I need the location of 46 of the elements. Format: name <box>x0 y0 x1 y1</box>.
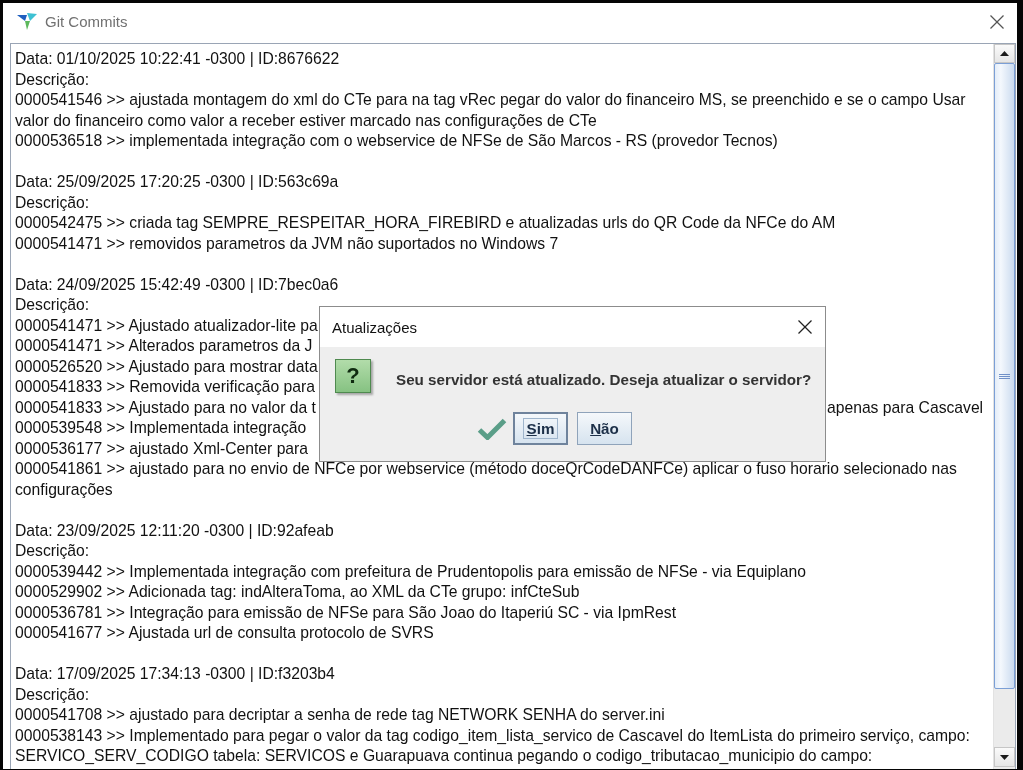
close-icon[interactable] <box>990 14 1004 29</box>
commit-message: 0000541708 >> ajustado para decriptar a senha de rede tag NETWORK SENHA do server.ini <box>15 705 665 725</box>
grip-icon <box>999 373 1010 379</box>
scrollbar[interactable] <box>993 44 1015 769</box>
question-icon: ? <box>335 359 371 393</box>
description-label: Descrição: <box>15 295 90 315</box>
commit-message: 0000541471 >> Alterados parametros da J <box>15 336 313 356</box>
commit-message: 0000526520 >> Ajustado para mostrar data <box>15 356 318 377</box>
commit-message: 0000539442 >> Implementada integração com prefeitura de Prudentopolis para emissão de NFSe - via Equiplano <box>15 561 806 582</box>
close-icon[interactable] <box>798 320 812 334</box>
commit-message: 0000541677 >> Ajustada url de consulta protocolo de SVRS <box>15 623 434 643</box>
scroll-up-button[interactable] <box>994 44 1015 63</box>
commit-message: 0000541833 >> Ajustado para no valor da t <box>15 397 316 418</box>
commit-header: Data: 25/09/2025 17:20:25 -0300 | ID:563c69a <box>15 172 339 192</box>
description-label: Descrição: <box>15 541 90 561</box>
check-icon <box>477 417 507 440</box>
description-label: Descrição: <box>15 684 90 705</box>
commit-message: 0000541861 >> ajustado para no envio de NFCe por webservice (método doceQrCodeDANFCe) aplicar o fuso horario selecionado nas configurações <box>15 459 958 500</box>
commit-message: apenas para Cascavel <box>827 397 984 418</box>
commit-header: Data: 17/09/2025 17:34:13 -0300 | ID:f3203b4 <box>15 664 335 684</box>
commit-header: Data: 24/09/2025 15:42:49 -0300 | ID:7bec0a6 <box>15 274 339 295</box>
commit-header: Data: 23/09/2025 12:11:20 -0300 | ID:92afeab <box>15 520 334 541</box>
commit-message: 0000541546 >> ajustada montagem do xml do CTe para na tag vRec pegar do valor do financeiro MS, se preenchido e se o campo Usar valor do financeiro como valor a receber estiver marcado nas configurações de CTe <box>15 90 967 131</box>
commit-message: 0000536177 >> ajustado Xml-Center para <box>15 438 309 459</box>
commit-header: Data: 01/10/2025 10:22:41 -0300 | ID:8676622 <box>15 49 340 69</box>
commit-message: 0000539548 >> Implementada integração <box>15 418 307 438</box>
commit-message: 0000536781 >> Integração para emissão de NFSe para São Joao do Itaperiú SC - via IpmRest <box>15 602 677 623</box>
commit-message: 0000541833 >> Removida verificação para <box>15 377 315 397</box>
dialog-title: Atualizações <box>332 318 418 336</box>
commit-message: 0000536518 >> implementada integração com o webservice de NFSe de São Marcos - RS (provedor Tecnos) <box>15 131 778 151</box>
up-triangle-icon <box>1000 51 1009 56</box>
commit-message: 0000538143 >> Implementado para pegar o valor da tag codigo_item_lista_servico de Cascavel do ItemLista do primeiro serviço, campo: SERVICO_SERV_CODIGO tabela: SERVICOS e Guarapuava continua pegando o codigo_tributacao_municipio do campo: <box>15 725 971 766</box>
dialog-button[interactable]: Sim <box>513 412 568 445</box>
scroll-down-button[interactable] <box>994 747 1015 767</box>
window-title: Git Commits <box>45 13 128 30</box>
commit-message: 0000542475 >> criada tag SEMPRE_RESPEITAR_HORA_FIREBIRD e atualizadas urls do QR Code da NFCe do AM <box>15 213 836 233</box>
commit-message: 0000541471 >> removidos parametros da JVM não suportados no Windows 7 <box>15 233 559 254</box>
dialog-message: Seu servidor está atualizado. Deseja atualizar o servidor? <box>396 370 812 388</box>
dialog-button[interactable]: Não <box>577 412 632 445</box>
commit-message: 0000529902 >> Adicionada tag: indAlteraToma, ao XML da CTe grupo: infCteSub <box>15 582 580 602</box>
description-label: Descrição: <box>15 192 90 213</box>
description-label: Descrição: <box>15 69 90 90</box>
logo-icon <box>17 13 37 30</box>
down-triangle-icon <box>1000 754 1009 760</box>
commit-message: 0000541471 >> Ajustado atualizador-lite pa <box>15 315 318 336</box>
scroll-thumb[interactable] <box>994 63 1015 689</box>
